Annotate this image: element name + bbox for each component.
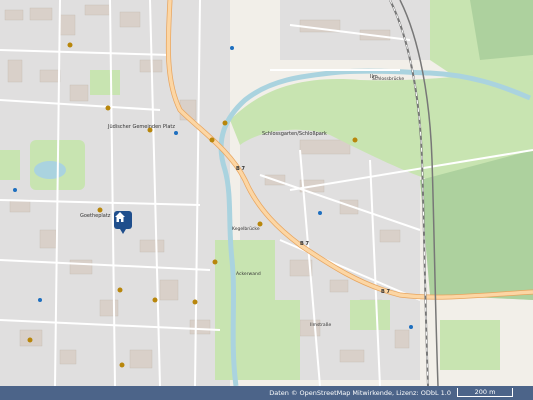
home-icon — [115, 212, 125, 222]
map-view[interactable]: Jüdischer Gemeinden Platz Goetheplatz Sc… — [0, 0, 533, 400]
label-b7-a: B 7 — [236, 166, 246, 172]
label-schlosspark: Schlossgarten/Schloßpark — [262, 131, 327, 137]
label-kegelbruecke: Kegelbrücke — [232, 226, 260, 232]
attribution-text[interactable]: Daten © OpenStreetMap Mitwirkende, Lizen… — [269, 386, 451, 400]
label-b7-c: B 7 — [381, 289, 391, 295]
label-ackerwand: Ackerwand — [236, 271, 261, 277]
label-schlossbruecke: Schlossbrücke — [372, 76, 404, 82]
label-juedischer-platz: Jüdischer Gemeinden Platz — [107, 124, 175, 130]
attribution-bar: Daten © OpenStreetMap Mitwirkende, Lizen… — [0, 386, 533, 400]
forest-northeast — [470, 0, 533, 60]
map-canvas[interactable]: Jüdischer Gemeinden Platz Goetheplatz Sc… — [0, 0, 533, 386]
label-goetheplatz: Goetheplatz — [80, 213, 111, 219]
label-ilmstrasse: Ilmstraße — [310, 322, 332, 328]
label-b7-b: B 7 — [300, 241, 310, 247]
pond — [34, 161, 66, 179]
location-marker[interactable] — [114, 211, 132, 234]
scale-bar: 200 m — [457, 388, 513, 397]
